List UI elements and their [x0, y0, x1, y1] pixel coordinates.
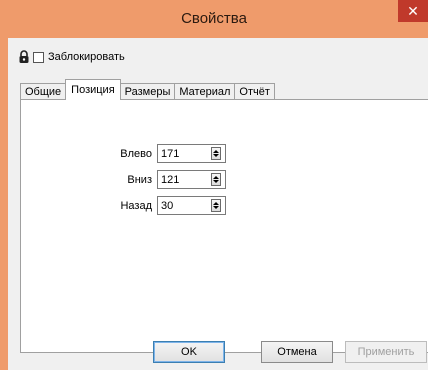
field-down: Вниз 121 — [71, 170, 226, 189]
spin-up-icon[interactable] — [213, 202, 219, 205]
down-spinbox[interactable]: 121 — [157, 170, 226, 189]
dialog-client: Заблокировать Общие Позиция Размеры Мате… — [8, 38, 428, 370]
apply-button[interactable]: Применить — [345, 341, 427, 363]
field-down-label: Вниз — [127, 173, 152, 186]
back-value[interactable]: 30 — [158, 200, 211, 212]
back-spinbox[interactable]: 30 — [157, 196, 226, 215]
title-bar[interactable]: Свойства ✕ — [0, 0, 428, 38]
window-title: Свойства — [181, 10, 247, 27]
cancel-button[interactable]: Отмена — [261, 341, 333, 363]
spin-up-icon[interactable] — [213, 150, 219, 153]
close-icon: ✕ — [407, 3, 419, 19]
lock-checkbox[interactable] — [33, 51, 44, 63]
close-button[interactable]: ✕ — [398, 0, 428, 22]
down-value[interactable]: 121 — [158, 174, 211, 186]
lock-icon — [19, 50, 29, 63]
spin-up-icon[interactable] — [213, 176, 219, 179]
tab-sizes[interactable]: Размеры — [119, 83, 176, 100]
down-spin-buttons[interactable] — [211, 173, 221, 186]
tab-position[interactable]: Позиция — [65, 79, 121, 100]
spin-down-icon[interactable] — [213, 206, 219, 209]
back-spin-buttons[interactable] — [211, 199, 221, 212]
left-spin-buttons[interactable] — [211, 147, 221, 160]
spin-down-icon[interactable] — [213, 180, 219, 183]
tab-report[interactable]: Отчёт — [234, 83, 275, 100]
left-spinbox[interactable]: 171 — [157, 144, 226, 163]
left-value[interactable]: 171 — [158, 148, 211, 160]
tab-general[interactable]: Общие — [20, 83, 67, 100]
lock-row: Заблокировать — [18, 49, 125, 65]
tab-strip: Общие Позиция Размеры Материал Отчёт — [20, 79, 275, 100]
field-back: Назад 30 — [71, 196, 226, 215]
ok-button[interactable]: OK — [153, 341, 225, 363]
spin-down-icon[interactable] — [213, 154, 219, 157]
field-left-label: Влево — [120, 147, 152, 160]
field-left: Влево 171 — [71, 144, 226, 163]
tab-material[interactable]: Материал — [174, 83, 236, 100]
field-back-label: Назад — [120, 199, 152, 212]
lock-label[interactable]: Заблокировать — [48, 51, 125, 63]
tab-panel-position: Влево 171 Вниз 121 Назад 30 — [20, 99, 428, 353]
